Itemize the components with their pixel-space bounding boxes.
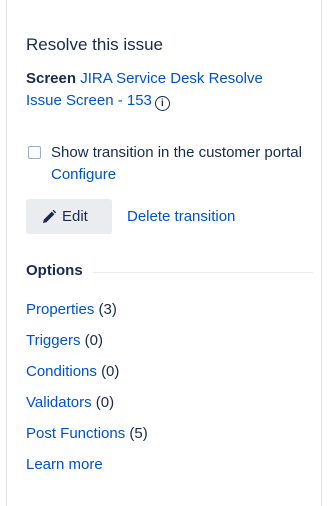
- screen-link-line2: Issue Screen - 153: [26, 92, 152, 109]
- options-heading: Options: [26, 262, 83, 279]
- learn-more-link[interactable]: Learn more: [26, 456, 103, 473]
- post-functions-link[interactable]: Post Functions: [26, 425, 125, 442]
- properties-count: (3): [98, 301, 117, 318]
- triggers-count: (0): [84, 332, 103, 349]
- panel-title: Resolve this issue: [26, 35, 164, 54]
- validators-link[interactable]: Validators: [26, 394, 92, 411]
- edit-label: Edit: [62, 208, 88, 225]
- screen-info: Screen JIRA Service Desk Resolve Issue Sc…: [26, 68, 306, 112]
- conditions-count: (0): [101, 363, 120, 380]
- properties-link[interactable]: Properties: [26, 301, 94, 318]
- transition-panel: Resolve this issue Screen JIRA Service D…: [6, 0, 322, 506]
- validators-count: (0): [95, 394, 115, 411]
- option-learn-more: Learn more: [26, 455, 103, 475]
- show-transition-checkbox[interactable]: [28, 146, 41, 159]
- pencil-icon: [43, 210, 56, 223]
- customer-portal-option: Show transition in the customer portal C…: [26, 142, 316, 186]
- options-divider: [93, 272, 313, 273]
- screen-label: Screen: [26, 70, 77, 87]
- configure-link[interactable]: Configure: [51, 166, 116, 183]
- info-icon[interactable]: i: [154, 96, 170, 111]
- conditions-link[interactable]: Conditions: [26, 363, 97, 380]
- option-triggers: Triggers (0): [26, 331, 103, 351]
- screen-link-line1: JIRA Service Desk Resolve: [80, 70, 263, 87]
- option-post-functions: Post Functions (5): [26, 424, 148, 444]
- option-conditions: Conditions (0): [26, 362, 119, 382]
- edit-button[interactable]: Edit: [26, 199, 112, 234]
- delete-transition-link[interactable]: Delete transition: [127, 207, 235, 227]
- triggers-link[interactable]: Triggers: [26, 332, 80, 349]
- option-validators: Validators (0): [26, 393, 114, 413]
- option-properties: Properties (3): [26, 300, 117, 320]
- checkbox-label-wrap: Show transition in the customer portal C…: [26, 142, 316, 186]
- post-functions-count: (5): [129, 425, 148, 442]
- checkbox-label: Show transition in the customer portal: [51, 144, 302, 161]
